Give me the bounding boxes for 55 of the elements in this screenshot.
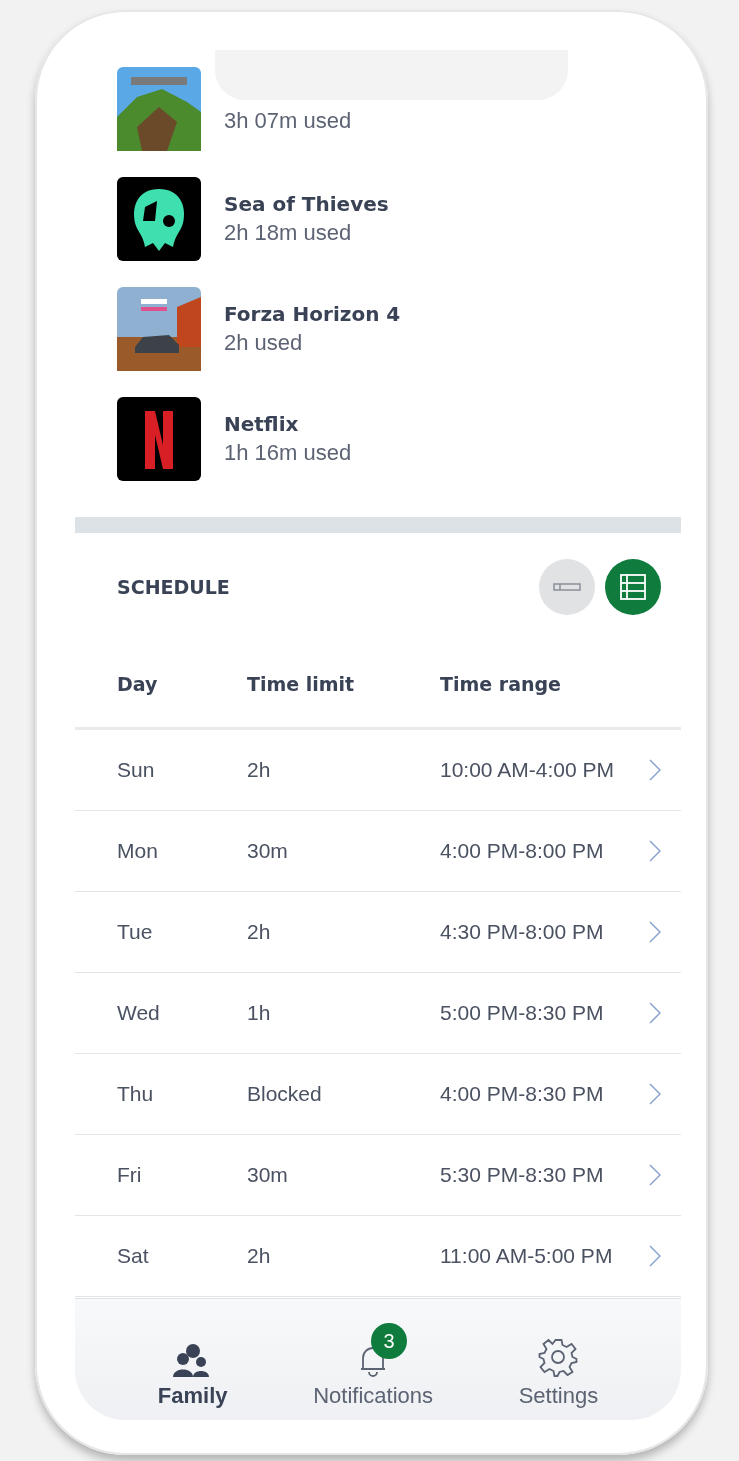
schedule-row[interactable]: Sat 2h 11:00 AM-5:00 PM — [75, 1216, 681, 1297]
usage-time: 2h used — [224, 330, 304, 356]
section-title: SCHEDULE — [117, 576, 230, 598]
game-title: Netflix — [224, 412, 300, 436]
day-cell-text: Thu — [117, 1082, 155, 1106]
chevron-right-icon — [649, 1002, 661, 1024]
game-title: Sea of Thieves — [224, 192, 389, 216]
day-cell-text: Mon — [117, 839, 159, 863]
day-cell-text: Sun — [117, 758, 156, 782]
settings-icon — [538, 1337, 579, 1377]
day-cell-text: Tue — [117, 920, 154, 944]
notification-count-badge: 3 — [371, 1323, 408, 1359]
limit-cell-text: 30m — [247, 839, 289, 863]
column-header: Day — [117, 673, 159, 695]
chevron-right-icon — [649, 1245, 661, 1267]
day-cell-text: Fri — [117, 1163, 143, 1187]
usage-time: 2h 18m used — [224, 220, 353, 246]
day-cell-text: Wed — [117, 1001, 161, 1025]
schedule-row[interactable]: Tue 2h 4:30 PM-8:00 PM — [75, 892, 681, 973]
schedule-row[interactable]: Thu Blocked 4:00 PM-8:30 PM — [75, 1054, 681, 1135]
column-header: Time limit — [247, 673, 356, 695]
nav-tab[interactable]: 3 Notifications — [313, 1299, 433, 1420]
range-cell-text: 10:00 AM-4:00 PM — [440, 758, 615, 782]
range-cell-text: 5:30 PM-8:30 PM — [440, 1163, 605, 1187]
table-icon — [619, 573, 647, 601]
limit-cell-text: Blocked — [247, 1082, 323, 1106]
view-toggle-button[interactable] — [605, 559, 661, 615]
schedule-row[interactable]: Sun 2h 10:00 AM-4:00 PM — [75, 730, 681, 811]
chevron-right-icon — [649, 1164, 661, 1186]
limit-cell-text: 2h — [247, 920, 272, 944]
game-title: Forza Horizon 4 — [224, 302, 401, 326]
chevron-right-icon — [649, 1083, 661, 1105]
range-cell-text: 11:00 AM-5:00 PM — [440, 1244, 614, 1268]
limit-cell-text: 2h — [247, 1244, 272, 1268]
limit-cell-text: 2h — [247, 758, 272, 782]
chevron-right-icon — [649, 840, 661, 862]
usage-time: 1h 16m used — [224, 440, 352, 466]
range-cell-text: 4:30 PM-8:00 PM — [440, 920, 605, 944]
range-cell-text: 4:00 PM-8:00 PM — [440, 839, 605, 863]
limit-cell-text: 1h — [247, 1001, 272, 1025]
nav-tab[interactable]: Family — [157, 1299, 228, 1420]
day-cell-text: Sat — [117, 1244, 150, 1268]
range-cell-text: 5:00 PM-8:30 PM — [440, 1001, 605, 1025]
usage-time: 3h 07m used — [224, 108, 352, 134]
nav-tab[interactable]: Settings — [518, 1299, 599, 1420]
schedule-row[interactable]: Mon 30m 4:00 PM-8:00 PM — [75, 811, 681, 892]
column-header: Time range — [440, 673, 561, 695]
schedule-row[interactable]: Wed 1h 5:00 PM-8:30 PM — [75, 973, 681, 1054]
bar-icon — [553, 582, 581, 592]
limit-cell-text: 30m — [247, 1163, 289, 1187]
chevron-right-icon — [649, 921, 661, 943]
schedule-row[interactable]: Fri 30m 5:30 PM-8:30 PM — [75, 1135, 681, 1216]
range-cell-text: 4:00 PM-8:30 PM — [440, 1082, 605, 1106]
chevron-right-icon — [649, 759, 661, 781]
view-toggle-button[interactable] — [539, 559, 595, 615]
